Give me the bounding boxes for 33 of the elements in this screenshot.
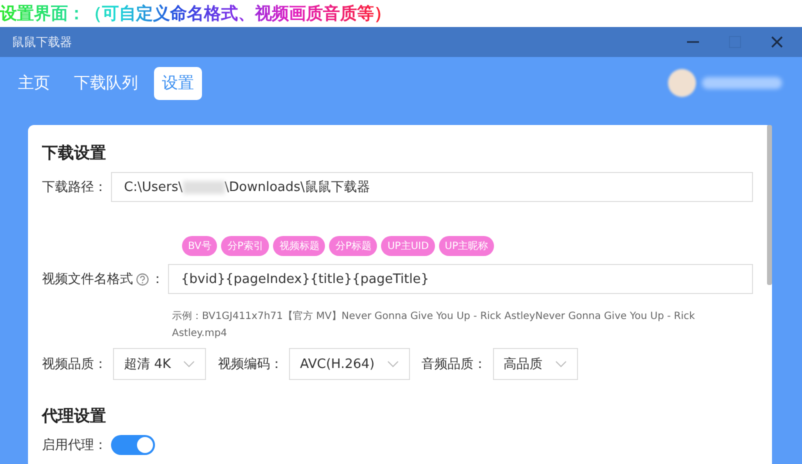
close-icon[interactable] <box>770 35 784 49</box>
toggle-switch[interactable] <box>111 435 155 455</box>
avatar[interactable] <box>668 69 696 97</box>
section-heading: 代理设置 <box>42 406 107 427</box>
colon: ： <box>151 271 164 288</box>
caret-icon <box>554 360 567 368</box>
window-title: 鼠鼠下载器 <box>12 34 72 50</box>
token-tag[interactable]: 视频标题 <box>273 236 326 256</box>
field-label: 音频品质： <box>422 356 487 373</box>
nav-tab[interactable]: 主页 <box>10 66 58 100</box>
example-text: 示例：BV1GJ411x7h71【官方 MV】Never Gonna Give You Up - Rick AstleyNever Gonna Give You Up - Rick Astley.mp4 <box>172 310 696 341</box>
path-field[interactable]: C:\Users\ \Downloads\鼠鼠下载器 <box>111 172 753 202</box>
nav-tab[interactable]: 下载队列 <box>66 66 146 100</box>
help-icon[interactable] <box>136 272 149 286</box>
field-label: 视频品质： <box>42 356 107 373</box>
token-tag[interactable]: 分P索引 <box>221 236 270 256</box>
caret-icon <box>386 360 399 368</box>
dropdown[interactable]: 高品质 <box>492 348 578 380</box>
field-label: 视频文件名格式 <box>42 271 133 288</box>
nav-tab[interactable]: 设置 <box>154 66 202 100</box>
filename-format-field[interactable]: {bvid}{pageIndex}{title}{pageTitle} <box>168 264 753 294</box>
token-tag[interactable]: 分P标题 <box>329 236 378 256</box>
token-tag[interactable]: UP主昵称 <box>438 236 494 256</box>
dropdown[interactable]: AVC(H.264) <box>288 348 410 380</box>
field-label: 启用代理： <box>42 437 107 454</box>
field-label: 下载路径： <box>42 179 107 196</box>
section-heading: 下载设置 <box>42 143 107 164</box>
caret-icon <box>182 360 195 368</box>
scrollbar[interactable] <box>767 125 772 285</box>
field-label: 视频编码： <box>218 356 283 373</box>
token-tag[interactable]: UP主UID <box>381 236 435 256</box>
token-tag[interactable]: BV号 <box>182 236 218 256</box>
dropdown[interactable]: 超清 4K <box>113 348 206 380</box>
